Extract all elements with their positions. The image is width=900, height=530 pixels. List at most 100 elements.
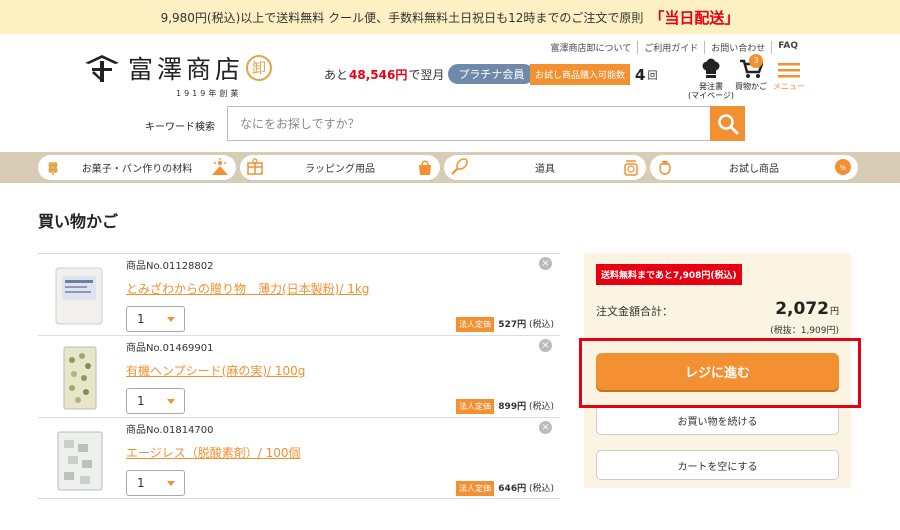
- shipping-banner: 9,980円(税込)以上で送料無料 クール便、手数料無料土日祝日も12時までのご…: [0, 0, 900, 34]
- search-button[interactable]: [710, 106, 745, 141]
- flour-pile-icon: [212, 158, 228, 175]
- product-number: 商品No.01469901: [126, 343, 214, 354]
- gift-box-icon: [247, 158, 263, 175]
- cart-item: 商品No.01814700 エージレス（脱酸素剤）/ 100個 1 法人定価 6…: [38, 417, 560, 499]
- order-sheet-label: 発注書 (マイページ): [687, 82, 735, 100]
- bag-icon: [419, 160, 431, 175]
- chef-hat-icon: [702, 58, 720, 78]
- price-value: 646円: [498, 484, 527, 494]
- category-label: ラッピング用品: [305, 164, 375, 175]
- link-guide[interactable]: ご利用ガイド: [637, 41, 704, 54]
- link-about[interactable]: 富澤商店卸について: [545, 41, 638, 54]
- cart-item: 商品No.01469901 有機ヘンプシード(麻の実)/ 100g 1 法人定価…: [38, 335, 560, 417]
- checkout-button[interactable]: レジに進む: [596, 353, 839, 390]
- category-label: お菓子・パン作りの材料: [81, 164, 193, 175]
- total-unit: 円: [829, 307, 839, 317]
- price-type-tag: 法人定価: [456, 399, 494, 414]
- total-amount: 2,072円: [775, 299, 839, 319]
- search-icon: [717, 113, 738, 134]
- product-image-hemp-seed: [63, 346, 97, 410]
- remove-item-close-icon[interactable]: ×: [539, 421, 552, 434]
- free-shipping-badge: 送料無料まであと7,908円(税込): [596, 264, 742, 285]
- category-label: 道具: [535, 164, 555, 175]
- quantity-value: 1: [137, 394, 145, 408]
- cart-button[interactable]: 3 買物かご: [735, 54, 767, 91]
- category-tools[interactable]: 道具: [444, 155, 646, 180]
- quantity-select[interactable]: 1: [126, 388, 185, 414]
- tax-label: (税込): [528, 402, 554, 412]
- search-label: キーワード検索: [145, 122, 215, 133]
- quantity-value: 1: [137, 312, 145, 326]
- trial-unit: 回: [647, 71, 658, 82]
- total-label: 注文金額合計：: [596, 305, 673, 318]
- percent-badge-icon: %: [835, 159, 851, 175]
- continue-shopping-button[interactable]: お買い物を続ける: [596, 405, 839, 435]
- logo-seal: 卸: [246, 55, 273, 81]
- quantity-value: 1: [137, 476, 145, 490]
- quantity-select[interactable]: 1: [126, 306, 185, 332]
- trial-label: お試し商品購入可能数: [530, 64, 631, 85]
- price-type-tag: 法人定価: [456, 481, 494, 496]
- dropdown-caret-icon: [167, 481, 175, 486]
- cart-item: 商品No.01128802 とみざわからの贈り物 薄力(日本製粉)/ 1kg 1…: [38, 253, 560, 335]
- tax-label: (税込): [528, 484, 554, 494]
- item-price: 527円 (税込): [498, 317, 554, 330]
- search-input[interactable]: [227, 106, 711, 141]
- logo-text: 富澤商店: [128, 55, 245, 84]
- points-amount: 48,546円: [349, 67, 408, 82]
- logo-mark-icon: [85, 55, 119, 82]
- product-name-link[interactable]: 有機ヘンプシード(麻の実)/ 100g: [126, 362, 305, 379]
- page-title: 買い物かご: [38, 212, 119, 231]
- banner-highlight: 「当日配送」: [649, 8, 740, 27]
- dropdown-caret-icon: [167, 399, 175, 404]
- dropdown-caret-icon: [167, 317, 175, 322]
- price-value: 899円: [498, 402, 527, 412]
- price-value: 527円: [498, 320, 527, 330]
- category-trial[interactable]: お試し商品 %: [650, 155, 858, 180]
- trial-purchase-count: お試し商品購入可能数 4 回: [530, 64, 657, 85]
- whisk-icon: [451, 158, 468, 175]
- link-contact[interactable]: お問い合わせ: [704, 41, 771, 54]
- order-summary: 送料無料まであと7,908円(税込) 注文金額合計： 2,072円 (税抜：1,…: [584, 253, 851, 488]
- category-nav: お菓子・パン作りの材料 ラッピング用品 道具 お試し商品 %: [0, 152, 900, 183]
- points-prefix: あと: [324, 67, 349, 82]
- cart-count-badge: 3: [749, 54, 763, 68]
- points-suffix: で翌月: [408, 67, 445, 82]
- trial-count: 4: [635, 65, 646, 84]
- tax-excluded-note: (税抜：1,909円): [770, 326, 839, 336]
- header-links: 富澤商店卸について ご利用ガイド お問い合わせ FAQ: [545, 41, 805, 54]
- pouch-icon: [659, 161, 671, 175]
- product-name-link[interactable]: とみざわからの贈り物 薄力(日本製粉)/ 1kg: [126, 280, 369, 297]
- banner-text: 9,980円(税込)以上で送料無料 クール便、手数料無料土日祝日も12時までのご…: [160, 10, 644, 25]
- tax-label: (税込): [528, 320, 554, 330]
- total-value: 2,072: [775, 299, 829, 319]
- product-number: 商品No.01814700: [126, 425, 214, 436]
- category-wrapping[interactable]: ラッピング用品: [240, 155, 440, 180]
- svg-text:%: %: [840, 164, 847, 172]
- cart-label: 買物かご: [735, 82, 767, 91]
- site-logo[interactable]: 富澤商店 卸 1919年創業: [84, 50, 284, 98]
- empty-cart-button[interactable]: カートを空にする: [596, 450, 839, 480]
- order-sheet-button[interactable]: 発注書 (マイページ): [687, 58, 735, 100]
- member-rank-badge: プラチナ会員: [448, 64, 535, 84]
- remove-item-close-icon[interactable]: ×: [539, 257, 552, 270]
- hamburger-menu-icon: [778, 63, 800, 78]
- logo-subtitle: 1919年創業: [176, 89, 242, 98]
- item-price: 899円 (税込): [498, 399, 554, 412]
- quantity-select[interactable]: 1: [126, 470, 185, 496]
- scale-icon: [624, 160, 638, 176]
- product-name-link[interactable]: エージレス（脱酸素剤）/ 100個: [126, 444, 301, 461]
- price-type-tag: 法人定価: [456, 317, 494, 332]
- points-status: あと 48,546円 で翌月 プラチナ会員: [324, 64, 535, 84]
- link-faq[interactable]: FAQ: [771, 41, 804, 54]
- product-image-flour-bag: [55, 267, 103, 325]
- item-price: 646円 (税込): [498, 481, 554, 494]
- product-number: 商品No.01128802: [126, 261, 214, 272]
- menu-label: メニュー: [773, 82, 805, 91]
- category-baking-ingredients[interactable]: お菓子・パン作りの材料: [38, 155, 236, 180]
- category-label: お試し商品: [729, 164, 779, 175]
- cart-item-list: 商品No.01128802 とみざわからの贈り物 薄力(日本製粉)/ 1kg 1…: [38, 253, 560, 499]
- wheat-icon: [48, 162, 58, 175]
- menu-button[interactable]: メニュー: [772, 58, 806, 91]
- remove-item-close-icon[interactable]: ×: [539, 339, 552, 352]
